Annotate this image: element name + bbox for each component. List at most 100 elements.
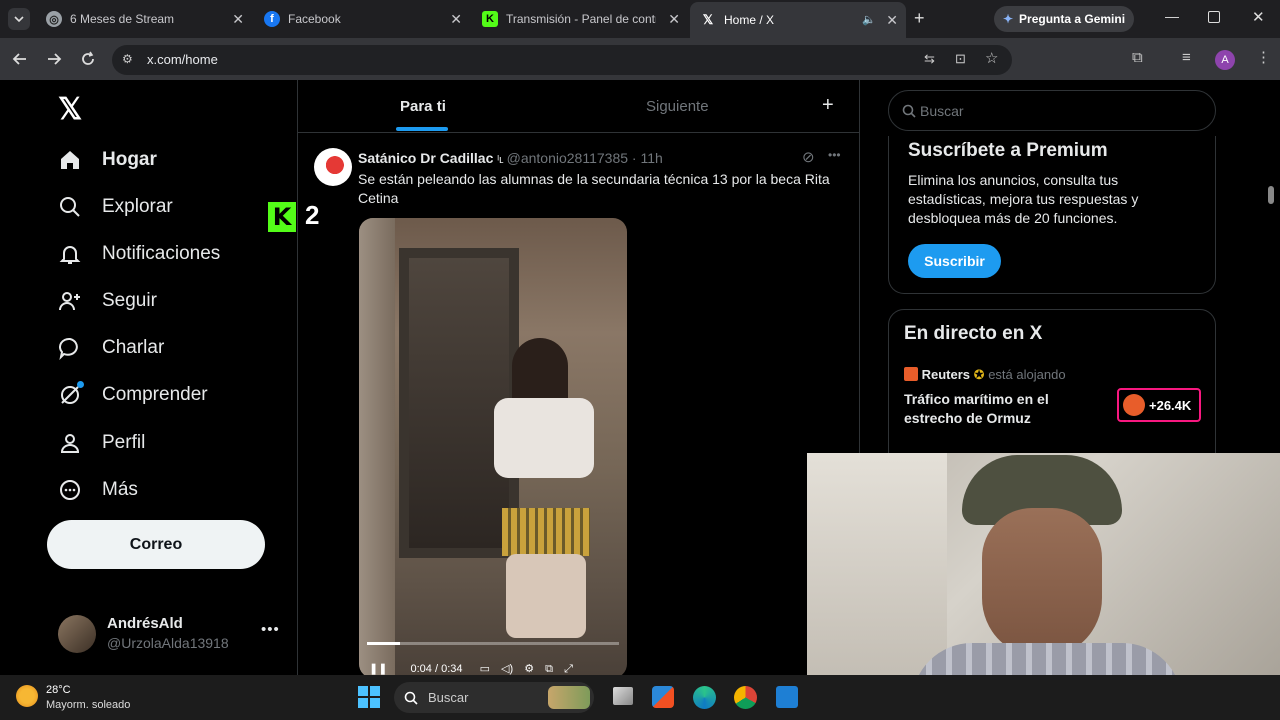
nav-item-profile[interactable]: Perfil bbox=[56, 429, 145, 457]
nav-item-home[interactable]: Hogar bbox=[56, 146, 157, 174]
space-title[interactable]: Tráfico marítimo en el estrecho de Ormuz bbox=[904, 390, 1074, 428]
home-icon bbox=[56, 146, 84, 174]
window-close-button[interactable]: ✕ bbox=[1252, 8, 1265, 26]
grok-analyze-icon[interactable]: ⊘ bbox=[802, 148, 815, 166]
windows-start-icon[interactable] bbox=[358, 686, 380, 708]
host-status: está alojando bbox=[988, 367, 1066, 382]
forward-icon[interactable] bbox=[46, 51, 62, 67]
browser-tab-active[interactable]: 𝕏 Home / X 🔈 ✕ bbox=[690, 2, 906, 38]
nav-item-chat[interactable]: Charlar bbox=[56, 334, 164, 362]
tab-for-you[interactable]: Para ti bbox=[298, 80, 545, 133]
speaker-icon[interactable]: 🔈 bbox=[862, 13, 876, 26]
taskbar-search-label: Buscar bbox=[428, 690, 469, 705]
tab-following[interactable]: Siguiente bbox=[598, 80, 798, 133]
browser-tab[interactable]: ◎ 6 Meses de Stream ✕ bbox=[36, 4, 252, 34]
listeners-count: +26.4K bbox=[1149, 397, 1192, 413]
new-tab-button[interactable]: + bbox=[914, 8, 925, 29]
taskbar-search[interactable]: Buscar bbox=[394, 682, 594, 713]
task-view-icon[interactable] bbox=[613, 687, 633, 705]
volume-icon[interactable]: ◁) bbox=[501, 663, 513, 675]
nav-item-grok[interactable]: Comprender bbox=[56, 381, 208, 409]
subscribe-button[interactable]: Suscribir bbox=[908, 244, 1001, 278]
maximize-button[interactable] bbox=[1208, 11, 1220, 23]
more-dots-icon[interactable]: ••• bbox=[261, 621, 280, 638]
nav-label: Notificaciones bbox=[102, 243, 221, 264]
post-text: Se están peleando las alumnas de la secu… bbox=[358, 171, 830, 206]
subscribe-label: Suscribir bbox=[924, 253, 985, 269]
settings-icon[interactable]: ⚙ bbox=[524, 663, 534, 675]
browser-tab[interactable]: f Facebook ✕ bbox=[254, 4, 470, 34]
more-dots-icon[interactable]: ••• bbox=[828, 148, 841, 162]
install-icon[interactable]: ⊡ bbox=[955, 51, 966, 67]
video-player[interactable]: ❚❚ 0:04 / 0:34 ▭ ◁) ⚙ ⧉ ⤢ bbox=[359, 218, 627, 675]
nav-label: Perfil bbox=[102, 432, 146, 453]
live-host-row[interactable]: Reuters ✪ está alojando bbox=[904, 367, 1204, 383]
nav-item-follow[interactable]: Seguir bbox=[56, 287, 157, 315]
store-icon[interactable] bbox=[652, 686, 674, 708]
chat-bubble-icon bbox=[56, 334, 84, 362]
vscode-icon[interactable] bbox=[776, 686, 798, 708]
reuters-icon bbox=[904, 367, 918, 381]
author-handle[interactable]: @antonio28117385 bbox=[507, 150, 628, 166]
edge-icon[interactable] bbox=[693, 686, 716, 709]
premium-title: Suscríbete a Premium bbox=[908, 140, 1108, 161]
close-icon[interactable]: ✕ bbox=[886, 12, 898, 29]
nav-item-explore[interactable]: Explorar bbox=[56, 193, 173, 221]
x-logo-icon[interactable]: 𝕏 bbox=[58, 92, 82, 127]
author-avatar[interactable] bbox=[314, 148, 352, 186]
tab-label: Para ti bbox=[400, 98, 446, 115]
extensions-icon[interactable]: ⧉ bbox=[1132, 49, 1143, 66]
tab-title: Transmisión - Panel de control bbox=[506, 12, 656, 26]
nav-item-notifications[interactable]: Notificaciones bbox=[56, 240, 220, 268]
fullscreen-icon[interactable]: ⤢ bbox=[564, 663, 573, 675]
site-info-icon[interactable]: ⚙ bbox=[122, 52, 133, 66]
post-header: Satánico Dr Cadillac ᴵʟ @antonio28117385… bbox=[358, 150, 848, 170]
video-controls: ❚❚ 0:04 / 0:34 ▭ ◁) ⚙ ⧉ ⤢ bbox=[369, 662, 619, 675]
address-bar[interactable]: ⚙ x.com/home ⇆ ⊡ ☆ bbox=[112, 45, 1012, 75]
tab-title: Home / X bbox=[724, 13, 775, 27]
author-name[interactable]: Satánico Dr Cadillac bbox=[358, 150, 493, 166]
account-switcher[interactable]: AndrésAld @UrzolaAlda13918 ••• bbox=[58, 613, 283, 657]
browser-menu-icon[interactable]: ⋮ bbox=[1256, 48, 1271, 66]
star-icon[interactable]: ☆ bbox=[985, 49, 998, 67]
video-progress-track[interactable] bbox=[367, 642, 619, 645]
profile-initial: A bbox=[1221, 54, 1229, 66]
search-box[interactable]: Buscar bbox=[888, 90, 1216, 131]
shirt bbox=[494, 398, 594, 478]
url-text: x.com/home bbox=[147, 52, 218, 67]
pause-icon[interactable]: ❚❚ bbox=[369, 663, 387, 675]
weather-temp: 28°C bbox=[46, 684, 71, 696]
notification-dot bbox=[77, 381, 84, 388]
search-icon bbox=[56, 193, 84, 221]
post-button[interactable]: Correo bbox=[47, 520, 265, 569]
tab-label: Siguiente bbox=[646, 98, 709, 115]
add-feed-icon[interactable]: + bbox=[822, 94, 834, 117]
page-scrollbar[interactable] bbox=[1268, 186, 1274, 204]
post[interactable]: Satánico Dr Cadillac ᴵʟ @antonio28117385… bbox=[298, 134, 859, 675]
reload-icon[interactable] bbox=[80, 51, 96, 67]
media-control-icon[interactable]: ≡ bbox=[1182, 49, 1191, 66]
minimize-button[interactable]: — bbox=[1165, 8, 1179, 24]
translate-icon[interactable]: ⇆ bbox=[924, 51, 935, 67]
pip-icon[interactable]: ⧉ bbox=[545, 663, 553, 675]
close-icon[interactable]: ✕ bbox=[450, 11, 462, 28]
nav-label: Charlar bbox=[102, 337, 165, 358]
chrome-icon[interactable] bbox=[734, 686, 757, 709]
back-icon[interactable] bbox=[12, 51, 28, 67]
nav-item-more[interactable]: Más bbox=[56, 476, 138, 504]
gemini-button[interactable]: ✦ Pregunta a Gemini bbox=[994, 6, 1134, 32]
more-circle-icon bbox=[56, 476, 84, 504]
search-highlight-icon bbox=[548, 686, 590, 709]
nav-label: Seguir bbox=[102, 290, 157, 311]
weather-widget[interactable]: 28°C Mayorm. soleado bbox=[16, 681, 166, 715]
legs bbox=[506, 554, 586, 638]
close-icon[interactable]: ✕ bbox=[668, 11, 680, 28]
close-icon[interactable]: ✕ bbox=[232, 11, 244, 28]
tab-search-button[interactable] bbox=[8, 8, 30, 30]
captions-icon[interactable]: ▭ bbox=[480, 663, 490, 675]
listeners-badge[interactable]: +26.4K bbox=[1117, 388, 1201, 422]
tab-title: 6 Meses de Stream bbox=[70, 12, 175, 26]
profile-avatar[interactable]: A bbox=[1215, 50, 1235, 70]
browser-tab[interactable]: K Transmisión - Panel de control ✕ bbox=[472, 4, 688, 34]
gemini-icon: ✦ bbox=[1002, 12, 1014, 26]
